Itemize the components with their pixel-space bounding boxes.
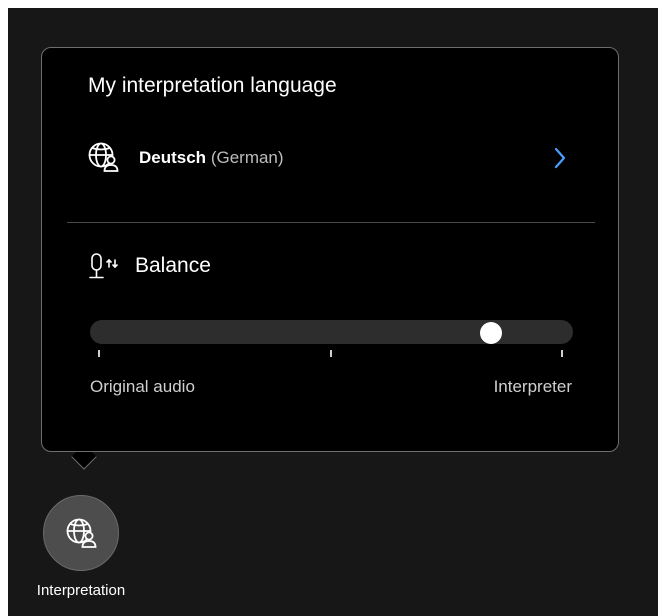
balance-slider-thumb[interactable] <box>479 322 502 344</box>
balance-label: Balance <box>135 254 211 277</box>
slider-tick-start <box>98 350 100 357</box>
balance-header: Balance <box>42 248 618 284</box>
interpretation-button-label[interactable]: Interpretation <box>8 582 154 599</box>
chevron-right-icon[interactable] <box>550 145 570 171</box>
language-name: Deutsch <box>139 148 207 167</box>
language-selector-row[interactable]: Deutsch (German) <box>42 140 618 176</box>
language-value: Deutsch (German) <box>139 148 284 168</box>
original-audio-label: Original audio <box>90 377 195 396</box>
interpretation-popover: My interpretation language Deutsch (Germ… <box>41 47 619 452</box>
interpretation-button[interactable] <box>43 495 119 571</box>
language-subtitle: (German) <box>210 148 284 167</box>
globe-person-icon <box>66 518 97 548</box>
section-divider <box>67 222 595 223</box>
balance-slider[interactable] <box>90 320 573 344</box>
microphone-swap-icon <box>89 253 118 279</box>
globe-person-icon <box>88 142 119 172</box>
interpreter-label: Interpreter <box>493 377 572 396</box>
app-stage: My interpretation language Deutsch (Germ… <box>8 8 658 616</box>
popover-title: My interpretation language <box>88 74 337 97</box>
slider-tick-end <box>561 350 563 357</box>
slider-tick-middle <box>330 350 332 357</box>
